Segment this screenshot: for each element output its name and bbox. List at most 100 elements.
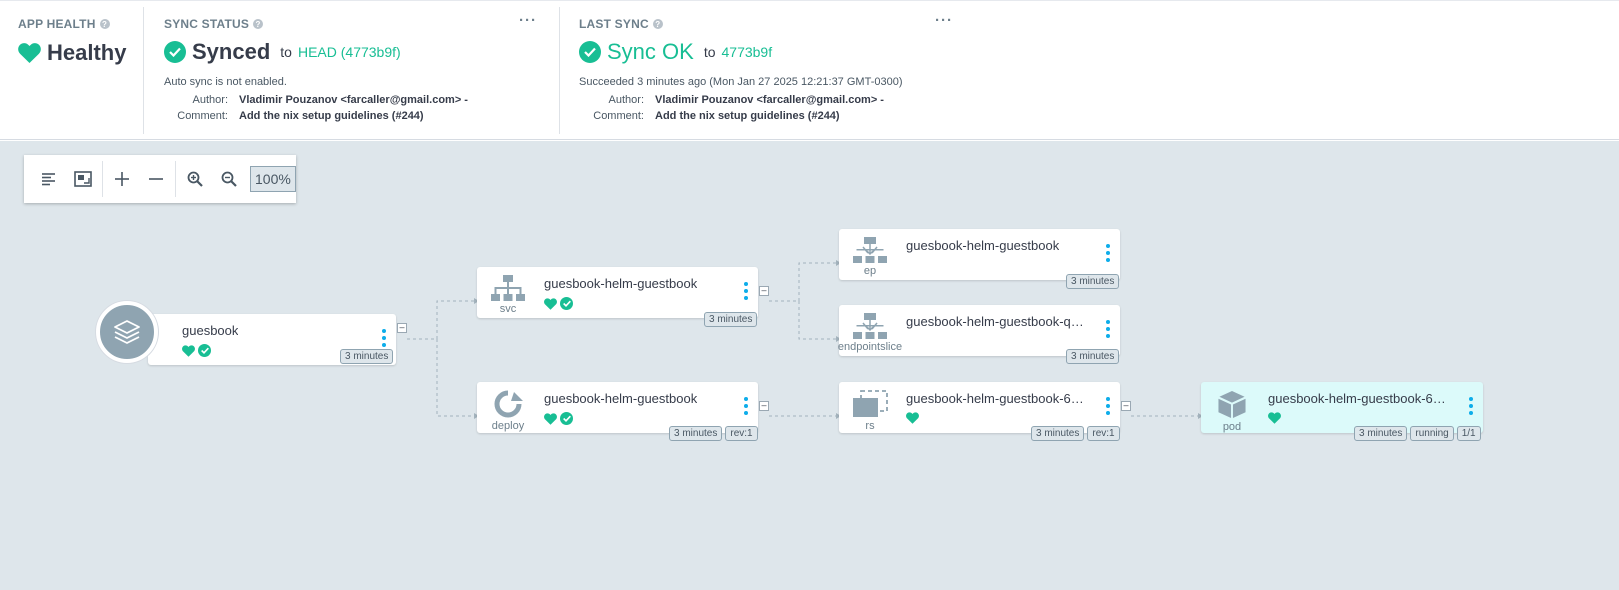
node-menu-button[interactable] — [744, 397, 750, 415]
node-name: guesbook-helm-guestbook-66... — [1268, 391, 1448, 406]
app-health-status: Healthy — [18, 40, 126, 66]
node-kind: rs — [865, 420, 875, 432]
sync-comment-row: Comment: Add the nix setup guidelines (#… — [177, 110, 424, 122]
heart-icon — [182, 344, 195, 357]
heart-icon — [1268, 412, 1281, 424]
synced-check-icon — [560, 412, 573, 425]
resource-tree-canvas[interactable]: 100% guesbook – 3 minutes svc guesbook-h… — [0, 141, 1619, 590]
synced-check-icon — [198, 344, 211, 357]
endpoints-icon — [853, 237, 887, 263]
node-menu-button[interactable] — [1106, 397, 1112, 415]
node-tags: 3 minutes — [340, 349, 394, 364]
sync-status-title: SYNC STATUS ? — [164, 17, 264, 31]
last-sync-author-row: Author: Vladimir Pouzanov <farcaller@gma… — [608, 94, 884, 106]
sync-revision-link[interactable]: HEAD (4773b9f) — [298, 44, 401, 60]
node-name: guesbook — [182, 323, 239, 338]
age-tag: 3 minutes — [340, 349, 394, 364]
node-status — [544, 412, 573, 425]
check-circle-icon — [164, 41, 186, 63]
auto-sync-note: Auto sync is not enabled. — [164, 76, 287, 88]
help-icon[interactable]: ? — [99, 19, 110, 29]
network-tree-icon — [491, 275, 525, 301]
node-icon: pod — [1201, 382, 1263, 433]
node-icon: rs — [839, 382, 901, 433]
status-header: APP HEALTH ? Healthy SYNC STATUS ? ··· S… — [0, 0, 1619, 140]
age-tag: 3 minutes — [1354, 426, 1408, 441]
age-tag: 3 minutes — [1031, 426, 1085, 441]
synced-check-icon — [560, 297, 573, 310]
revision-tag: rev:1 — [725, 426, 758, 441]
sync-status-text: Synced — [192, 39, 271, 64]
node-kind: deploy — [491, 420, 525, 432]
app-health-title: APP HEALTH ? — [18, 17, 110, 31]
node-icon: svc — [477, 267, 539, 318]
node-status — [182, 344, 211, 357]
node-kind: ep — [863, 265, 877, 277]
help-icon[interactable]: ? — [652, 19, 663, 29]
app-circle-icon — [96, 301, 158, 363]
age-tag: 3 minutes — [1066, 349, 1120, 364]
last-sync-comment-row: Comment: Add the nix setup guidelines (#… — [593, 110, 840, 122]
node-menu-button[interactable] — [1469, 397, 1475, 415]
age-tag: 3 minutes — [1066, 274, 1120, 289]
node-tags: 3 minutes rev:1 — [1031, 426, 1120, 441]
sync-author-row: Author: Vladimir Pouzanov <farcaller@gma… — [192, 94, 468, 106]
node-name: guesbook-helm-guestbook — [906, 238, 1060, 253]
node-tags: 3 minutes — [704, 312, 758, 327]
help-icon[interactable]: ? — [253, 19, 264, 29]
node-kind: endpointslice — [837, 341, 903, 353]
pod-ready-tag: 1/1 — [1456, 426, 1481, 441]
app-health-panel[interactable]: APP HEALTH ? Healthy — [0, 7, 144, 134]
node-tags: 3 minutes running 1/1 — [1354, 426, 1481, 441]
node-name: guesbook-helm-guestbook-66... — [906, 391, 1086, 406]
heart-icon — [544, 297, 557, 310]
node-menu-button[interactable] — [744, 282, 750, 300]
heart-icon — [906, 412, 919, 424]
collapse-toggle[interactable]: – — [1121, 401, 1131, 411]
last-sync-to-label: to — [703, 44, 716, 60]
heart-icon — [544, 412, 557, 425]
node-status — [1268, 412, 1281, 424]
last-sync-main: Sync OK to 4773b9f — [579, 39, 772, 65]
heart-icon — [18, 43, 41, 63]
last-sync-title: LAST SYNC ? — [579, 17, 663, 31]
layers-icon — [114, 320, 140, 344]
node-kind: svc — [499, 303, 517, 315]
collapse-toggle[interactable]: – — [397, 323, 407, 333]
last-sync-more-button[interactable]: ··· — [935, 13, 953, 28]
node-tags: 3 minutes — [1066, 349, 1120, 364]
endpoints-icon — [853, 313, 887, 339]
cube-icon — [1218, 390, 1246, 419]
health-status-text: Healthy — [47, 40, 127, 65]
age-tag: 3 minutes — [669, 426, 723, 441]
node-icon: endpointslice — [837, 305, 903, 356]
sync-status-main: Synced to HEAD (4773b9f) — [164, 39, 401, 65]
node-menu-button[interactable] — [1106, 244, 1112, 262]
rotate-icon — [494, 390, 523, 418]
ep-node[interactable]: ep guesbook-helm-guestbook — [839, 229, 1120, 280]
node-icon: deploy — [477, 382, 539, 433]
collapse-toggle[interactable]: – — [759, 286, 769, 296]
node-kind: pod — [1222, 421, 1242, 433]
node-menu-button[interactable] — [382, 329, 388, 347]
sync-status-panel[interactable]: SYNC STATUS ? ··· Synced to HEAD (4773b9… — [145, 7, 560, 134]
sync-status-more-button[interactable]: ··· — [519, 13, 537, 28]
last-sync-revision-link[interactable]: 4773b9f — [722, 44, 773, 60]
graph-edges — [407, 260, 1203, 419]
node-menu-button[interactable] — [1106, 320, 1112, 338]
last-sync-succeeded: Succeeded 3 minutes ago (Mon Jan 27 2025… — [579, 76, 903, 88]
last-sync-status-text: Sync OK — [607, 39, 694, 64]
last-sync-comment: Add the nix setup guidelines (#244) — [655, 110, 840, 122]
collapse-toggle[interactable]: – — [759, 401, 769, 411]
node-status — [906, 412, 919, 424]
svc-node[interactable]: svc guesbook-helm-guestbook — [477, 267, 758, 318]
age-tag: 3 minutes — [704, 312, 758, 327]
node-name: guesbook-helm-guestbook — [544, 391, 698, 406]
replicaset-icon — [853, 390, 888, 417]
node-status — [544, 297, 573, 310]
last-sync-panel[interactable]: LAST SYNC ? ··· Sync OK to 4773b9f Succe… — [561, 7, 961, 134]
node-name: guesbook-helm-guestbook — [544, 276, 698, 291]
node-tags: 3 minutes rev:1 — [669, 426, 758, 441]
sync-comment: Add the nix setup guidelines (#244) — [239, 110, 424, 122]
sync-to-label: to — [280, 44, 292, 60]
